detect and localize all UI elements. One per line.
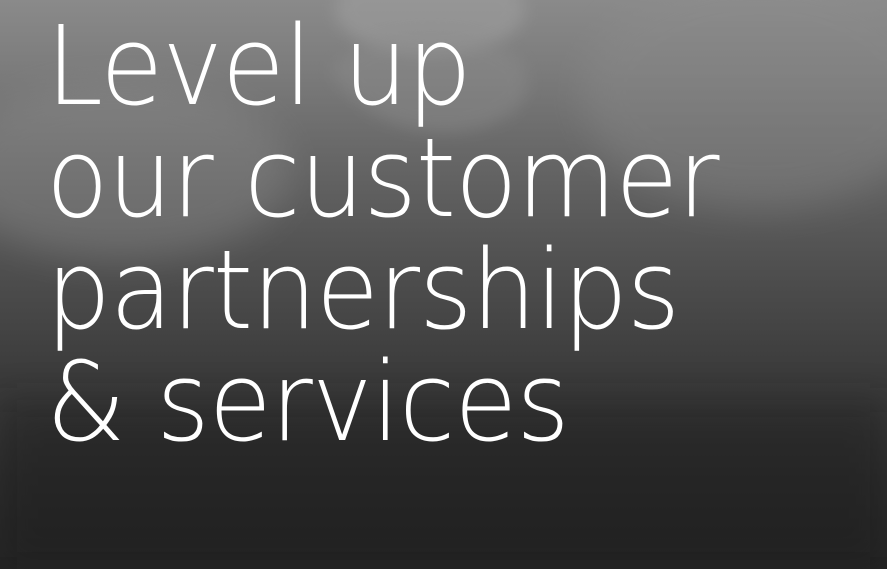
- hero-headline: Level up our customer partnerships & ser…: [46, 2, 720, 466]
- headline-line-2: our customer: [46, 114, 720, 242]
- hero-banner: Level up our customer partnerships & ser…: [0, 0, 887, 569]
- headline-line-1: Level up: [46, 2, 472, 130]
- headline-line-4: & services: [46, 338, 570, 466]
- headline-line-3: partnerships: [46, 226, 680, 354]
